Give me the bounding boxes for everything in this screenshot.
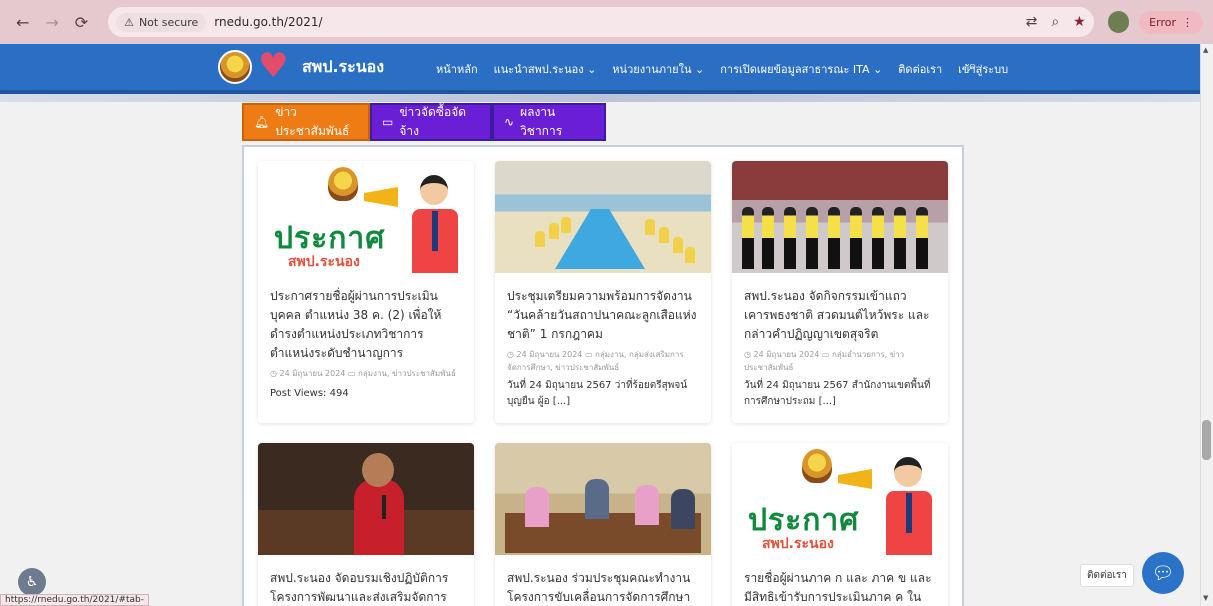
- error-button[interactable]: Error ⋮: [1139, 10, 1203, 34]
- card-title[interactable]: ประกาศรายชื่อผู้ผ่านการประเมินบุคคล ตำแห…: [270, 287, 462, 363]
- card-title[interactable]: สพป.ระนอง ร่วมประชุมคณะทำงาน โครงการขับเ…: [507, 569, 699, 606]
- monitor-icon: ▭: [382, 115, 394, 129]
- card-meta: ◷ 24 มิถุนายน 2024 ▭ กลุ่มงาน, กลุ่มส่งเ…: [507, 350, 684, 372]
- page-scrollbar[interactable]: [1200, 44, 1213, 606]
- site-header: สพป.ระนอง หน้าหลัก แนะนำสพป.ระนอง ⌄ หน่ว…: [0, 44, 1200, 94]
- card-excerpt: วันที่ 24 มิถุนายน 2567 ว่าที่ร้อยตรีสุพ…: [507, 380, 688, 407]
- kebab-menu-icon: ⋮: [1181, 15, 1193, 29]
- menu-item-contact[interactable]: ติดต่อเรา: [898, 60, 942, 78]
- megaphone-man-illustration: [838, 455, 938, 555]
- profile-avatar[interactable]: [1107, 11, 1130, 33]
- crest-logo-icon: [218, 50, 252, 84]
- card-thumbnail[interactable]: ประกาศ สพป.ระนอง: [732, 443, 948, 555]
- reload-icon[interactable]: ⟳: [69, 9, 94, 35]
- menu-item-login[interactable]: เข้าสู่ระบบ: [958, 60, 1008, 78]
- hero-banner-strip: [0, 94, 1200, 102]
- news-panel: ประกาศ สพป.ระนอง ประกาศรายชื่อผู้ผ่านการ…: [242, 145, 964, 606]
- card-meta: ◷ 24 มิถุนายน 2024 ▭ กลุ่มอำนวยการ, ข่าว…: [744, 350, 905, 372]
- news-tabs: 🔔︎ ข่าวประชาสัมพันธ์ ▭ ข่าวจัดซื้อจัดจ้า…: [242, 103, 606, 141]
- card-thumbnail[interactable]: [495, 443, 711, 555]
- card-title[interactable]: รายชื่อผู้ผ่านภาค ก และ ภาค ข และมีสิทธิ…: [744, 569, 936, 606]
- crest-icon: [802, 449, 832, 483]
- crest-icon: [328, 167, 358, 201]
- card-title[interactable]: สพป.ระนอง จัดอบรมเชิงปฏิบัติการ โครงการพ…: [270, 569, 462, 606]
- contact-label[interactable]: ติดต่อเรา: [1080, 564, 1134, 587]
- heart-logo-icon: [258, 46, 292, 86]
- card-title[interactable]: สพป.ระนอง จัดกิจกรรมเข้าแถวเคารพธงชาติ ส…: [744, 287, 936, 344]
- card-thumbnail[interactable]: [732, 161, 948, 273]
- address-bar[interactable]: ⚠ Not secure rnedu.go.th/2021/ ⇄ ⌕ ★: [108, 7, 1094, 37]
- card-title[interactable]: ประชุมเตรียมความพร้อมการจัดงาน “วันคล้าย…: [507, 287, 699, 344]
- menu-item-units[interactable]: หน่วยงานภายใน ⌄: [612, 60, 704, 78]
- scrollbar-thumb[interactable]: [1202, 420, 1211, 460]
- tab-news[interactable]: 🔔︎ ข่าวประชาสัมพันธ์: [242, 103, 370, 141]
- news-card[interactable]: ประกาศ สพป.ระนอง รายชื่อผู้ผ่านภาค ก และ…: [732, 443, 948, 606]
- translate-icon[interactable]: ⇄: [1026, 14, 1038, 30]
- menu-item-home[interactable]: หน้าหลัก: [436, 60, 478, 78]
- news-card[interactable]: สพป.ระนอง จัดกิจกรรมเข้าแถวเคารพธงชาติ ส…: [732, 161, 948, 423]
- megaphone-man-illustration: [364, 173, 464, 273]
- scroll-down-icon[interactable]: ▼: [1203, 594, 1208, 602]
- card-thumbnail[interactable]: ประกาศ สพป.ระนอง: [258, 161, 474, 273]
- chat-icon[interactable]: 💬︎: [1142, 552, 1184, 594]
- bell-icon: 🔔︎: [254, 115, 270, 129]
- zoom-icon[interactable]: ⌕: [1051, 14, 1059, 30]
- bookmark-star-icon[interactable]: ★: [1073, 14, 1086, 30]
- card-meta: ◷ 24 มิถุนายน 2024 ▭ กลุ่มงาน, ข่าวประชา…: [270, 369, 456, 378]
- card-excerpt: วันที่ 24 มิถุนายน 2567 สำนักงานเขตพื้นท…: [744, 380, 931, 407]
- news-card[interactable]: สพป.ระนอง ร่วมประชุมคณะทำงาน โครงการขับเ…: [495, 443, 711, 606]
- news-card[interactable]: ประชุมเตรียมความพร้อมการจัดงาน “วันคล้าย…: [495, 161, 711, 423]
- not-secure-badge[interactable]: ⚠ Not secure: [116, 12, 207, 32]
- menu-item-ita[interactable]: การเปิดเผยข้อมูลสาธารณะ ITA ⌄: [720, 60, 882, 78]
- back-icon[interactable]: ←: [10, 9, 35, 35]
- card-thumbnail[interactable]: [495, 161, 711, 273]
- accessibility-icon[interactable]: ♿︎: [18, 568, 46, 596]
- site-name: สพป.ระนอง: [302, 56, 385, 76]
- pulse-icon: ∿: [504, 115, 515, 129]
- main-menu: หน้าหลัก แนะนำสพป.ระนอง ⌄ หน่วยงานภายใน …: [436, 60, 1008, 78]
- menu-item-about[interactable]: แนะนำสพป.ระนอง ⌄: [494, 60, 597, 78]
- status-bar-url: https://rnedu.go.th/2021/#tab-: [0, 594, 149, 606]
- card-thumbnail[interactable]: [258, 443, 474, 555]
- search-icon[interactable]: ⌕: [968, 56, 977, 76]
- news-card[interactable]: ประกาศ สพป.ระนอง ประกาศรายชื่อผู้ผ่านการ…: [258, 161, 474, 423]
- scroll-up-icon[interactable]: ▲: [1203, 46, 1208, 54]
- browser-toolbar: ← → ⟳ ⚠ Not secure rnedu.go.th/2021/ ⇄ ⌕…: [0, 0, 1213, 44]
- forward-icon[interactable]: →: [39, 9, 64, 35]
- warning-icon: ⚠: [124, 15, 134, 29]
- tab-procurement[interactable]: ▭ ข่าวจัดซื้อจัดจ้าง: [370, 103, 492, 141]
- post-views: Post Views: 494: [270, 388, 349, 399]
- tab-academic[interactable]: ∿ ผลงานวิชาการ: [492, 103, 606, 141]
- news-card[interactable]: สพป.ระนอง จัดอบรมเชิงปฏิบัติการ โครงการพ…: [258, 443, 474, 606]
- site-logo[interactable]: สพป.ระนอง: [218, 46, 385, 86]
- url-text[interactable]: rnedu.go.th/2021/: [214, 15, 322, 29]
